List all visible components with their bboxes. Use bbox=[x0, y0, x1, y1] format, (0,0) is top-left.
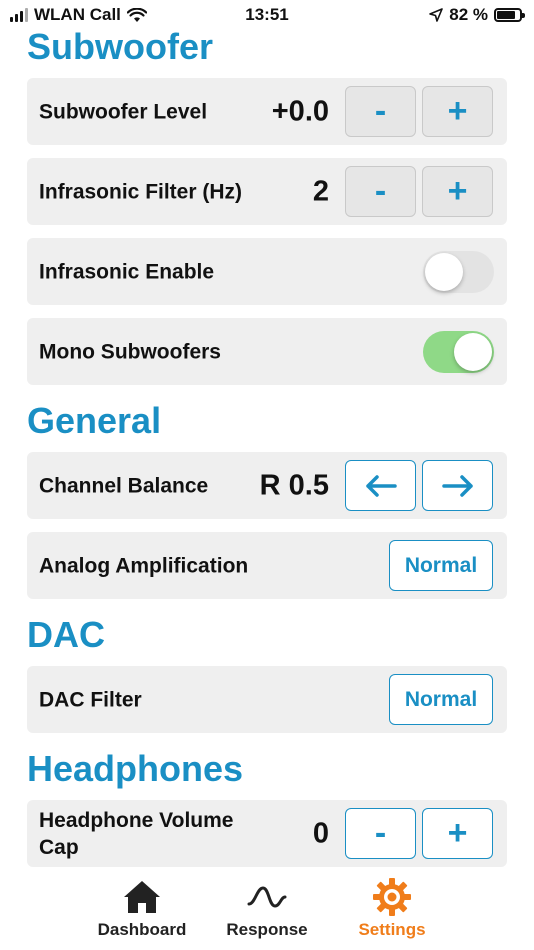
section-title-general: General bbox=[27, 400, 162, 441]
tab-settings-label: Settings bbox=[358, 920, 426, 939]
headphone-volume-cap-decrease-button[interactable]: - bbox=[345, 808, 416, 859]
infrasonic-filter-value: 2 bbox=[312, 175, 329, 207]
tab-dashboard[interactable]: Dashboard bbox=[82, 876, 202, 940]
waveform-icon bbox=[247, 886, 287, 908]
tab-bar: Dashboard Response Settings bbox=[0, 876, 534, 950]
section-title-subwoofer: Subwoofer bbox=[27, 26, 213, 67]
mono-subwoofers-row: Mono Subwoofers bbox=[27, 318, 507, 385]
battery-percent: 82 % bbox=[449, 5, 488, 24]
infrasonic-filter-row: Infrasonic Filter (Hz) 2 - + bbox=[27, 158, 507, 225]
house-icon bbox=[124, 881, 160, 913]
toggle-knob bbox=[454, 333, 492, 371]
headphone-volume-cap-label-line1: Headphone Volume bbox=[39, 808, 234, 832]
subwoofer-level-label: Subwoofer Level bbox=[39, 100, 208, 123]
toggle-knob bbox=[425, 253, 463, 291]
dac-filter-button[interactable]: Normal bbox=[389, 674, 493, 725]
channel-balance-row: Channel Balance R 0.5 bbox=[27, 452, 507, 519]
dac-filter-label: DAC Filter bbox=[39, 688, 142, 711]
section-title-headphones: Headphones bbox=[27, 748, 244, 789]
subwoofer-level-decrease-button[interactable]: - bbox=[345, 86, 416, 137]
infrasonic-enable-row: Infrasonic Enable bbox=[27, 238, 507, 305]
mono-subwoofers-label: Mono Subwoofers bbox=[39, 340, 221, 363]
subwoofer-level-row: Subwoofer Level +0.0 - + bbox=[27, 78, 507, 145]
mono-subwoofers-toggle[interactable] bbox=[423, 331, 494, 373]
headphone-volume-cap-increase-button[interactable]: + bbox=[422, 808, 493, 859]
tab-dashboard-label: Dashboard bbox=[97, 920, 187, 939]
status-right: 82 % bbox=[429, 5, 525, 25]
tab-response[interactable]: Response bbox=[207, 876, 327, 940]
balance-left-arrow-button[interactable] bbox=[345, 460, 416, 511]
balance-right-arrow-button[interactable] bbox=[422, 460, 493, 511]
analog-amplification-label: Analog Amplification bbox=[39, 554, 249, 577]
analog-amplification-button[interactable]: Normal bbox=[389, 540, 493, 591]
analog-amplification-row: Analog Amplification Normal bbox=[27, 532, 507, 599]
location-arrow-icon bbox=[429, 8, 444, 22]
infrasonic-enable-toggle[interactable] bbox=[423, 251, 494, 293]
infrasonic-filter-label: Infrasonic Filter (Hz) bbox=[39, 180, 243, 203]
gear-icon bbox=[373, 878, 411, 916]
arrow-left-icon bbox=[365, 474, 397, 497]
headphone-volume-cap-value: 0 bbox=[312, 817, 329, 849]
arrow-right-icon bbox=[441, 474, 473, 497]
headphone-volume-cap-label: Headphone Volume Cap bbox=[39, 807, 233, 861]
infrasonic-filter-decrease-button[interactable]: - bbox=[345, 166, 416, 217]
battery-icon bbox=[494, 8, 525, 22]
infrasonic-enable-label: Infrasonic Enable bbox=[39, 260, 215, 283]
channel-balance-label: Channel Balance bbox=[39, 474, 209, 497]
dac-filter-row: DAC Filter Normal bbox=[27, 666, 507, 733]
subwoofer-level-increase-button[interactable]: + bbox=[422, 86, 493, 137]
subwoofer-level-value: +0.0 bbox=[271, 95, 329, 127]
channel-balance-value: R 0.5 bbox=[259, 469, 329, 501]
infrasonic-filter-increase-button[interactable]: + bbox=[422, 166, 493, 217]
tab-response-label: Response bbox=[226, 920, 308, 939]
headphone-volume-cap-row: Headphone Volume Cap 0 - + bbox=[27, 800, 507, 867]
tab-settings[interactable]: Settings bbox=[332, 876, 452, 940]
headphone-volume-cap-label-line2: Cap bbox=[39, 835, 79, 859]
section-title-dac: DAC bbox=[27, 614, 105, 655]
